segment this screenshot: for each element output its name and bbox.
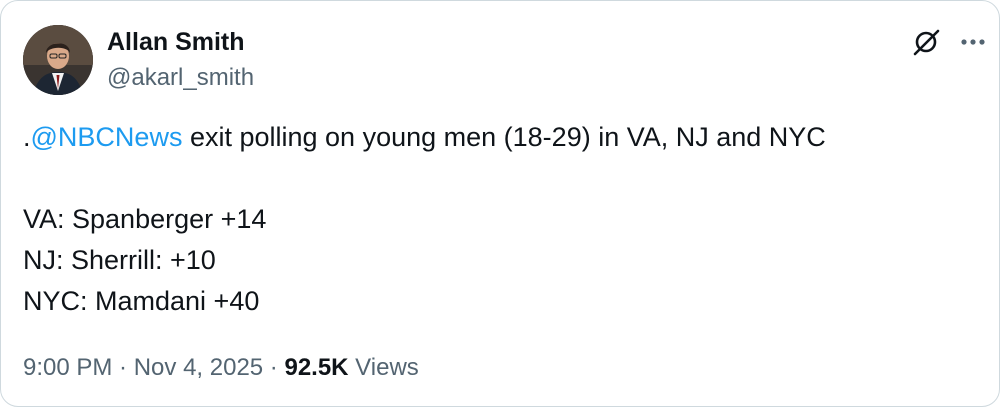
tweet-date[interactable]: Nov 4, 2025 xyxy=(134,354,263,381)
avatar[interactable] xyxy=(23,25,93,95)
avatar-image xyxy=(23,25,93,95)
grok-icon[interactable] xyxy=(911,27,941,57)
meta-separator: · xyxy=(112,354,134,381)
tweet-line-1: .@NBCNews exit polling on young men (18-… xyxy=(23,117,973,158)
tweet-meta: 9:00 PM · Nov 4, 2025 · 92.5K Views xyxy=(23,352,419,384)
views-count: 92.5K xyxy=(284,354,349,381)
tweet-line-nj: NJ: Sherrill: +10 xyxy=(23,245,216,275)
meta-separator: · xyxy=(263,354,285,381)
tweet-line-nyc: NYC: Mamdani +40 xyxy=(23,286,260,316)
tweet-line-1-text: exit polling on young men (18-29) in VA,… xyxy=(182,122,826,152)
views-label: Views xyxy=(348,354,419,381)
tweet-line-va: VA: Spanberger +14 xyxy=(23,204,267,234)
tweet-time[interactable]: 9:00 PM xyxy=(23,354,112,381)
tweet-prefix: . xyxy=(23,122,31,152)
tweet-card: Allan Smith @akarl_smith .@NBCNews exit … xyxy=(0,0,1000,407)
author-handle[interactable]: @akarl_smith xyxy=(107,63,254,93)
tweet-text: .@NBCNews exit polling on young men (18-… xyxy=(23,117,973,322)
mention-link[interactable]: @NBCNews xyxy=(31,122,183,152)
author-display-name[interactable]: Allan Smith xyxy=(107,26,245,58)
more-options-icon[interactable] xyxy=(959,29,987,55)
